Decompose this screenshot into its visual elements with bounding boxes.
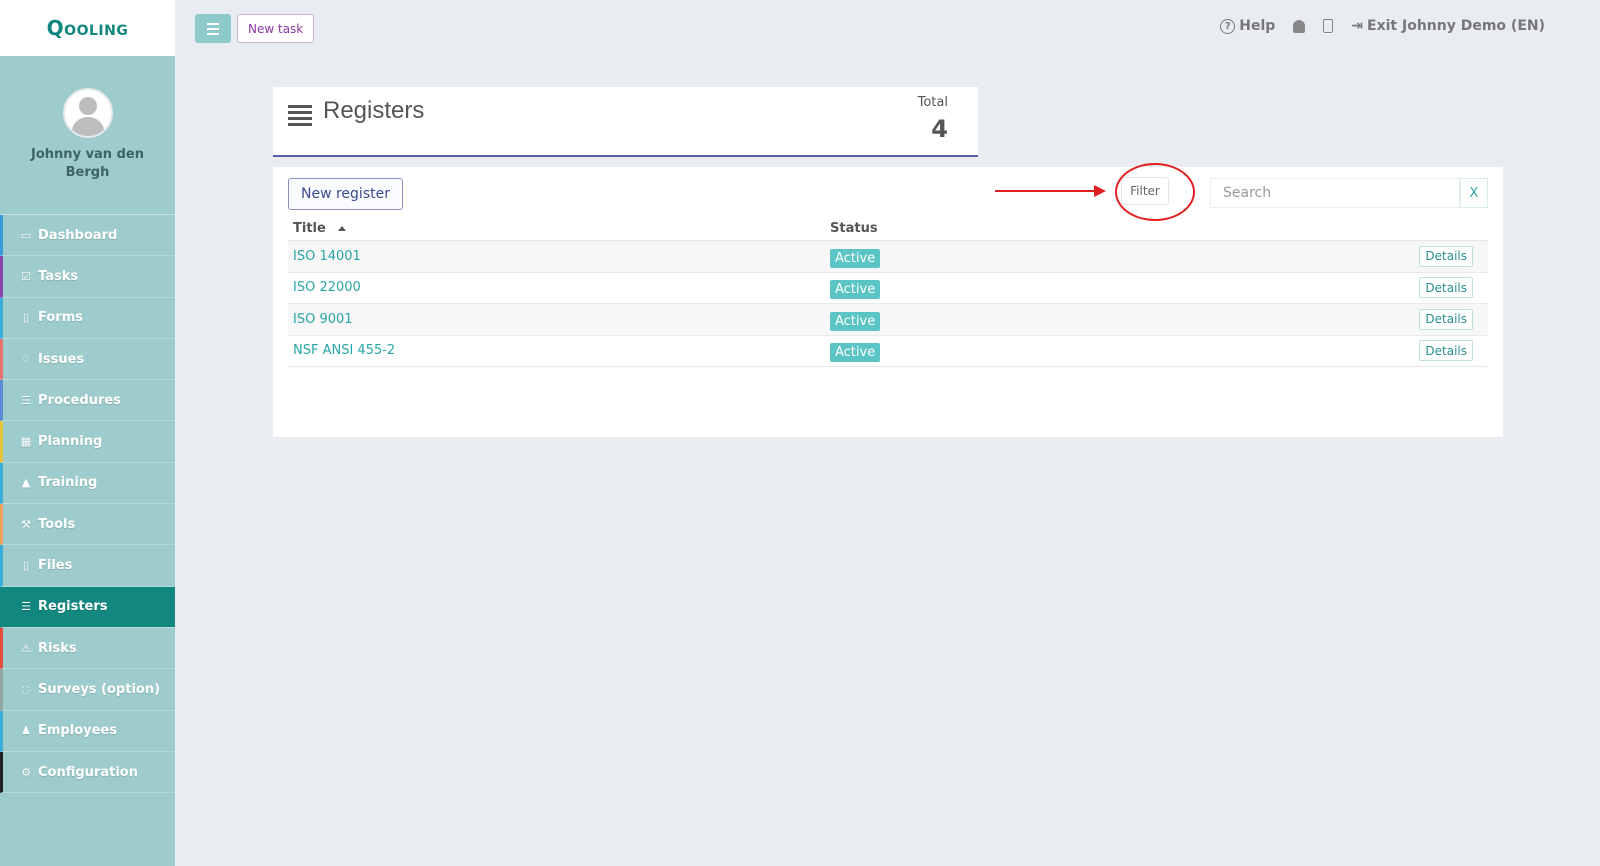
bell-icon (1293, 19, 1306, 33)
total-value: 4 (931, 115, 948, 143)
sidebar-item-procedures[interactable]: ☰ Procedures (0, 380, 175, 422)
profile-name: Johnny van den Bergh (31, 147, 144, 180)
table-row: ISO 14001 Active Details (288, 241, 1488, 273)
logo-text: Qooling (46, 16, 129, 40)
sidebar-item-risks[interactable]: ⚠ Risks (0, 627, 175, 670)
annotation-arrow (995, 185, 1106, 197)
sidebar-item-label: Forms (38, 310, 83, 326)
status-badge: Active (830, 248, 881, 268)
sidebar-item-label: Issues (38, 351, 85, 367)
table-row: NSF ANSI 455-2 Active Details (288, 336, 1488, 367)
new-task-button[interactable]: New task (237, 14, 315, 43)
details-button[interactable]: Details (1419, 277, 1473, 299)
sidebar-item-label: Risks (38, 640, 77, 656)
annotation-circle (1115, 163, 1195, 221)
menu-toggle-button[interactable] (195, 14, 231, 43)
check-square-icon: ☑ (21, 269, 31, 283)
sidebar-item-label: Training (38, 475, 98, 491)
column-status-header: Status (830, 221, 878, 236)
page-title: Registers (323, 97, 425, 124)
mobile-button[interactable] (1323, 19, 1334, 33)
sidebar-item-label: Tools (38, 516, 76, 532)
sidebar-item-forms[interactable]: ▯ Forms (0, 297, 175, 339)
clear-search-button[interactable]: X (1460, 178, 1488, 208)
registers-table: Title Status ISO 14001 Active Details ISO 2… (288, 217, 1488, 367)
graduation-cap-icon: ▲ (21, 476, 31, 490)
new-register-button[interactable]: New register (288, 178, 403, 210)
table-body: ISO 14001 Active Details ISO 22000 Active Det… (288, 241, 1488, 367)
exit-label: Exit Johnny Demo (EN) (1367, 18, 1545, 34)
sidebar-item-label: Surveys (option) (38, 681, 161, 697)
sidebar-item-label: Planning (38, 434, 103, 450)
app-logo[interactable]: Qooling (0, 0, 175, 56)
phone-icon (1323, 19, 1334, 33)
warning-icon: ⚠ (21, 641, 31, 655)
list-icon (288, 105, 312, 126)
wrench-icon: ⚒ (21, 517, 31, 531)
list-icon: ☰ (21, 393, 31, 407)
sidebar-item-label: Registers (38, 599, 108, 615)
table-row: ISO 22000 Active Details (288, 273, 1488, 304)
sign-out-icon: ⇥ (1351, 18, 1364, 34)
topbar-actions: ? Help ⇥ Exit Johnny Demo (EN) (1220, 18, 1545, 34)
sidebar-item-label: Configuration (38, 764, 138, 780)
gear-icon: ⚙ (21, 765, 31, 779)
register-title-link[interactable]: ISO 22000 (288, 280, 830, 295)
sidebar-item-training[interactable]: ▲ Training (0, 462, 175, 505)
sidebar-item-tools[interactable]: ⚒ Tools (0, 504, 175, 546)
status-badge: Active (830, 311, 881, 331)
user-profile: Johnny van den Bergh (0, 56, 175, 215)
sort-asc-icon (337, 226, 346, 231)
sidebar: Qooling Johnny van den Bergh ▭ Dashboard ☑… (0, 0, 175, 866)
total-label: Total (917, 95, 948, 110)
exit-link[interactable]: ⇥ Exit Johnny Demo (EN) (1351, 18, 1545, 34)
sidebar-item-label: Procedures (38, 392, 121, 408)
sidebar-item-configuration[interactable]: ⚙ Configuration (0, 751, 175, 794)
avatar[interactable] (62, 88, 113, 138)
sidebar-item-dashboard[interactable]: ▭ Dashboard (0, 215, 175, 257)
table-row: ISO 9001 Active Details (288, 304, 1488, 336)
sidebar-item-registers[interactable]: ☰ Registers (0, 586, 175, 628)
status-badge: Active (830, 343, 881, 363)
table-header: Title Status (288, 217, 1488, 241)
topbar: New task ? Help ⇥ Exit Johnny Demo (EN) (175, 0, 1600, 56)
sidebar-nav: ▭ Dashboard ☑ Tasks ▯ Forms ♢ Issues ☰ Procedures… (0, 215, 175, 794)
page-header-card: Registers Total 4 (273, 87, 978, 157)
sidebar-item-surveys-option[interactable]: ◌ Surveys (option) (0, 669, 175, 711)
sidebar-item-files[interactable]: ▯ Files (0, 545, 175, 587)
column-title-label: Title (293, 221, 326, 236)
sidebar-item-label: Tasks (38, 268, 79, 284)
notifications-button[interactable] (1293, 19, 1306, 33)
list-icon: ☰ (21, 600, 31, 614)
bell-icon: ♢ (21, 352, 31, 366)
sidebar-item-label: Files (38, 558, 73, 574)
calendar-icon: ▦ (20, 435, 32, 449)
details-button[interactable]: Details (1419, 308, 1473, 330)
register-title-link[interactable]: NSF ANSI 455-2 (288, 343, 830, 358)
file-pdf-icon: ▯ (22, 559, 30, 573)
details-button[interactable]: Details (1419, 340, 1473, 362)
help-icon: ? (1220, 18, 1236, 34)
sidebar-item-issues[interactable]: ♢ Issues (0, 338, 175, 381)
help-label: Help (1239, 18, 1276, 34)
registers-panel: New register Filter X Title Status ISO 1… (273, 163, 1503, 437)
details-button[interactable]: Details (1419, 245, 1473, 267)
sidebar-item-label: Employees (38, 723, 117, 739)
file-icon: ▯ (22, 311, 30, 325)
comments-icon: ◌ (21, 682, 31, 696)
register-title-link[interactable]: ISO 9001 (288, 312, 830, 327)
monitor-icon: ▭ (20, 228, 32, 242)
column-title-header[interactable]: Title (288, 221, 830, 236)
sidebar-item-employees[interactable]: ♟ Employees (0, 710, 175, 752)
search-input[interactable] (1210, 178, 1460, 208)
users-icon: ♟ (21, 724, 31, 738)
sidebar-item-tasks[interactable]: ☑ Tasks (0, 256, 175, 298)
sidebar-item-label: Dashboard (38, 227, 118, 243)
sidebar-item-planning[interactable]: ▦ Planning (0, 421, 175, 463)
help-link[interactable]: ? Help (1220, 18, 1275, 34)
register-title-link[interactable]: ISO 14001 (288, 249, 830, 264)
status-badge: Active (830, 280, 881, 300)
